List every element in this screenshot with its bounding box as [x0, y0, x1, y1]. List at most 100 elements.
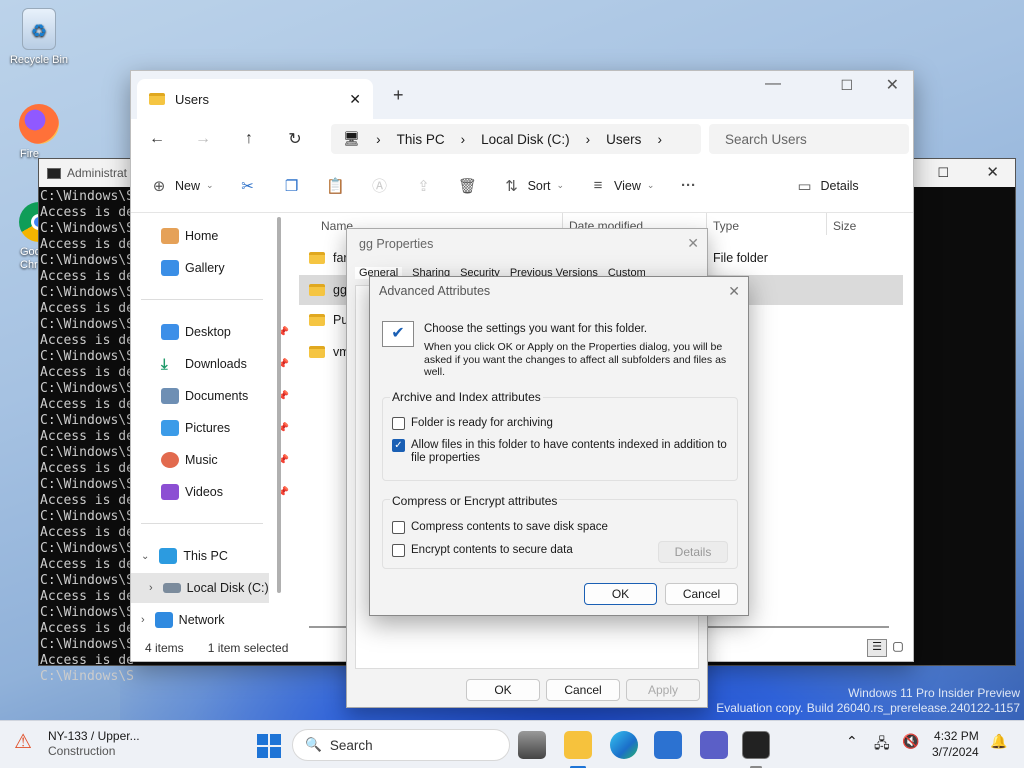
videos-icon	[161, 484, 179, 500]
file-type: File folder	[713, 251, 768, 265]
breadcrumb-this-pc[interactable]: This PC	[397, 132, 445, 147]
folder-icon	[309, 314, 325, 326]
breadcrumb-users[interactable]: Users	[606, 132, 641, 147]
terminal-taskbar-icon[interactable]	[742, 731, 770, 759]
tab-users[interactable]: Users ✕	[137, 79, 373, 119]
minimize-icon[interactable]: —	[765, 75, 781, 93]
sidebar-scrollbar[interactable]	[277, 217, 281, 593]
close-tab-icon[interactable]: ✕	[349, 91, 361, 108]
close-icon[interactable]: ✕	[728, 283, 740, 300]
sidebar-item-local-disk[interactable]: › Local Disk (C:)	[131, 573, 269, 603]
sidebar-item-network[interactable]: › Network	[141, 605, 269, 635]
this-pc-icon	[159, 548, 178, 564]
intro-text: Choose the settings you want for this fo…	[424, 323, 648, 335]
sidebar-item-this-pc[interactable]: ⌄ This PC	[141, 541, 269, 571]
sidebar-item-desktop[interactable]: Desktop 📌	[161, 317, 289, 347]
details-view-icon[interactable]: ☰	[867, 639, 887, 657]
close-icon[interactable]: ✕	[986, 163, 999, 181]
start-button[interactable]	[254, 731, 282, 759]
sidebar-label: Home	[185, 229, 219, 243]
share-button[interactable]: ⇪	[414, 177, 434, 195]
breadcrumb-local-disk[interactable]: Local Disk (C:)	[481, 132, 570, 147]
recycle-bin-shortcut[interactable]: ♻ Recycle Bin	[4, 8, 74, 66]
details-button[interactable]: Details	[658, 541, 728, 563]
compress-encrypt-label: Compress or Encrypt attributes	[390, 494, 560, 508]
teams-icon[interactable]	[700, 731, 728, 759]
close-icon[interactable]: ✕	[687, 235, 699, 252]
view-button[interactable]: ≡ View ⌄	[588, 177, 655, 194]
chevron-up-icon[interactable]: ⌃	[846, 733, 858, 750]
tiles-view-icon[interactable]: ▢	[889, 639, 907, 657]
sort-button[interactable]: ⇅ Sort ⌄	[502, 177, 564, 195]
properties-title: gg Properties	[359, 237, 434, 251]
cancel-button[interactable]: Cancel	[665, 583, 738, 605]
maximize-icon[interactable]: ☐	[840, 77, 853, 94]
ok-button[interactable]: OK	[466, 679, 540, 701]
edge-icon[interactable]	[610, 731, 638, 759]
sidebar-label: Documents	[185, 389, 249, 403]
ok-button[interactable]: OK	[584, 583, 657, 605]
details-label: Details	[820, 178, 859, 193]
terminal-icon	[47, 167, 61, 179]
status-bar: 4 items 1 item selected	[145, 641, 288, 655]
refresh-icon[interactable]: ↻	[279, 124, 311, 154]
rename-button[interactable]: Ⓐ	[370, 175, 390, 196]
column-size[interactable]: Size	[833, 219, 856, 233]
sidebar-item-videos[interactable]: Videos 📌	[161, 477, 289, 507]
sidebar-label: This PC	[183, 549, 228, 563]
paste-button[interactable]: 📋	[326, 177, 346, 195]
up-icon[interactable]: ↑	[233, 124, 265, 154]
compress-label: Compress contents to save disk space	[411, 521, 608, 533]
sidebar-item-downloads[interactable]: ⤓ Downloads 📌	[161, 349, 289, 379]
firefox-shortcut[interactable]: Fire	[4, 104, 74, 160]
apply-button[interactable]: Apply	[626, 679, 700, 701]
new-tab-icon[interactable]: +	[393, 85, 404, 106]
sidebar-item-gallery[interactable]: Gallery	[161, 253, 289, 283]
back-icon[interactable]: ←	[141, 124, 173, 154]
delete-button[interactable]: 🗑	[458, 177, 478, 195]
search-input[interactable]: Search Users	[709, 124, 909, 154]
chevron-down-icon: ⌄	[646, 180, 655, 190]
traffic-alert-icon: ⚠	[14, 731, 32, 753]
file-explorer-taskbar-icon[interactable]	[564, 731, 592, 759]
notifications-icon[interactable]: 🔔	[990, 733, 1007, 750]
cut-button[interactable]: ✂	[238, 177, 258, 195]
checkbox-icon	[392, 521, 405, 534]
scissors-icon: ✂	[241, 177, 254, 195]
documents-icon	[161, 388, 179, 404]
clock[interactable]: 4:32 PM 3/7/2024	[932, 728, 979, 760]
indexing-checkbox[interactable]: ✓ Allow files in this folder to have cont…	[392, 439, 732, 465]
archiving-checkbox[interactable]: Folder is ready for archiving	[392, 417, 553, 430]
store-icon[interactable]	[654, 731, 682, 759]
forward-icon[interactable]: →	[187, 124, 219, 154]
task-view-icon[interactable]	[518, 731, 546, 759]
new-button[interactable]: ⊕ New ⌄	[149, 177, 214, 195]
advanced-attributes-dialog[interactable]: Advanced Attributes ✕ ✔ Choose the setti…	[369, 276, 749, 616]
compress-checkbox[interactable]: Compress contents to save disk space	[392, 521, 608, 534]
drive-icon	[162, 583, 181, 593]
checkbox-icon: ✓	[392, 439, 405, 452]
encrypt-checkbox[interactable]: Encrypt contents to secure data	[392, 544, 573, 557]
details-button[interactable]: ▭ Details	[794, 177, 858, 195]
explorer-navbar: ← → ↑ ↻ 🖥 › This PC › Local Disk (C:) › …	[131, 119, 913, 159]
chevron-right-icon: ›	[657, 131, 662, 147]
weather-title: NY-133 / Upper...	[48, 729, 140, 743]
recycle-bin-icon: ♻	[22, 8, 56, 50]
sidebar-item-home[interactable]: Home	[161, 221, 289, 251]
sidebar-item-documents[interactable]: Documents 📌	[161, 381, 289, 411]
sidebar-item-pictures[interactable]: Pictures 📌	[161, 413, 289, 443]
close-window-icon[interactable]: ✕	[886, 75, 899, 95]
volume-muted-icon[interactable]: 🔇	[902, 733, 919, 750]
cancel-button[interactable]: Cancel	[546, 679, 620, 701]
sidebar-item-music[interactable]: Music 📌	[161, 445, 289, 475]
weather-widget[interactable]: ⚠ NY-133 / Upper... Construction	[14, 729, 140, 759]
taskbar-search[interactable]: 🔍 Search	[292, 729, 510, 761]
copy-button[interactable]: ❐	[282, 177, 302, 195]
column-type[interactable]: Type	[713, 219, 739, 233]
share-icon: ⇪	[417, 177, 430, 195]
more-button[interactable]: ···	[678, 177, 698, 194]
network-status-icon[interactable]: 🖧	[874, 733, 890, 757]
file-name: gg	[333, 283, 347, 297]
maximize-icon[interactable]: ☐	[937, 165, 949, 181]
address-bar[interactable]: 🖥 › This PC › Local Disk (C:) › Users ›	[331, 124, 701, 154]
